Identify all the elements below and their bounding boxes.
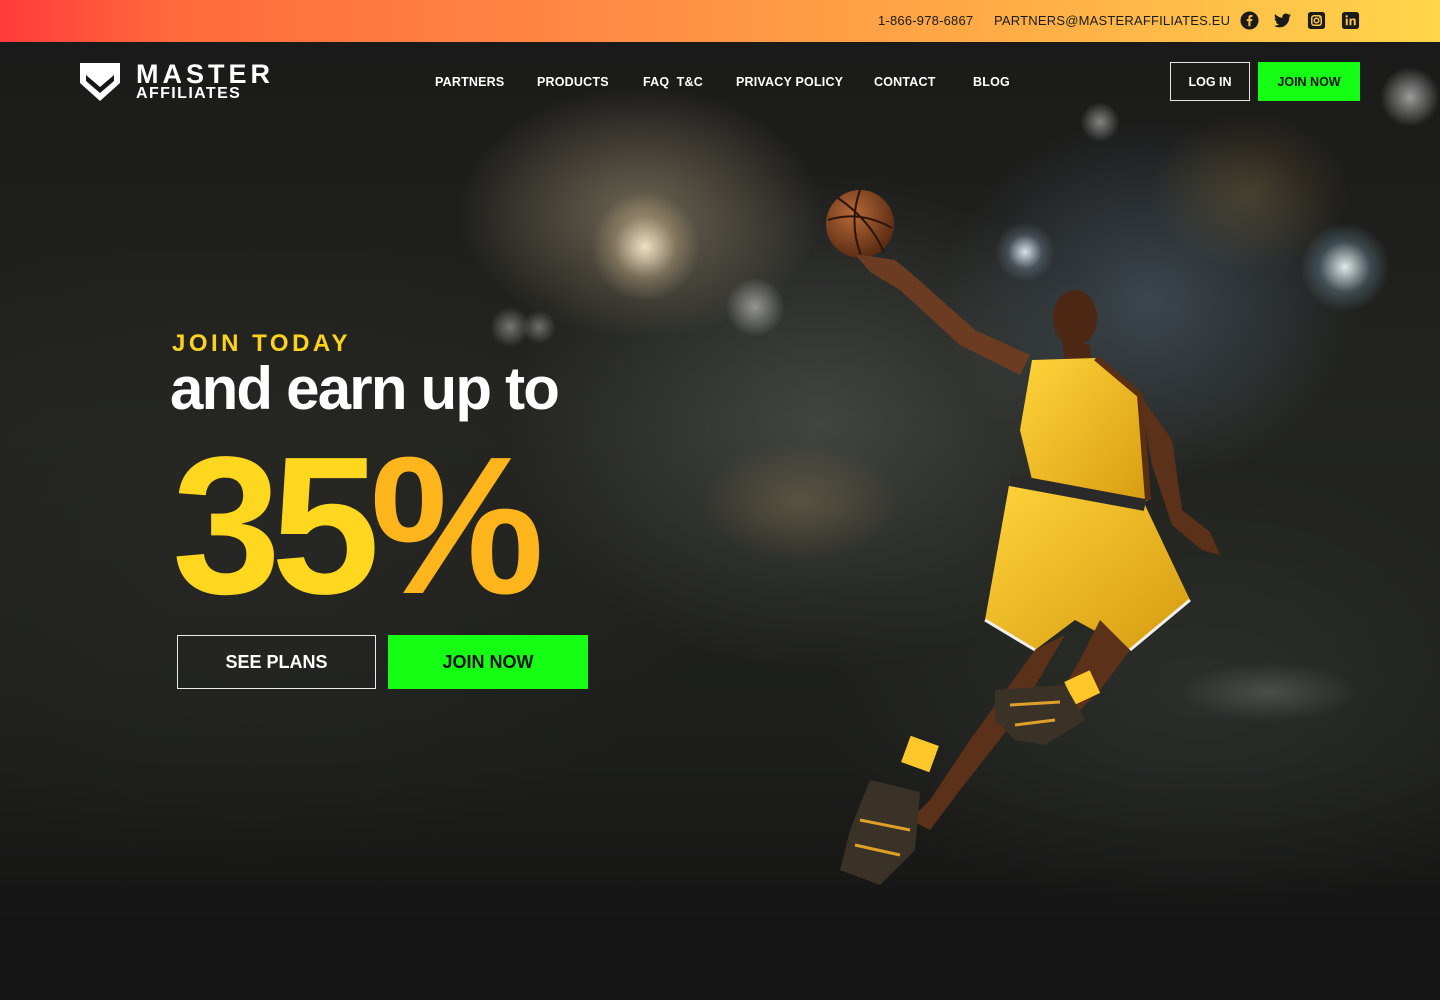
hero-join-now-button[interactable]: JOIN NOW xyxy=(388,635,588,689)
see-plans-button[interactable]: SEE PLANS xyxy=(177,635,376,689)
basketball-player-illustration xyxy=(826,189,1220,885)
header-join-now-button[interactable]: JOIN NOW xyxy=(1258,62,1360,101)
instagram-icon[interactable] xyxy=(1307,11,1326,30)
nav-item-partners[interactable]: PARTNERS xyxy=(435,75,504,89)
percentage-number: 35 xyxy=(172,416,380,635)
brand-name-line1: MASTER xyxy=(136,59,274,89)
nav-item-privacy-policy[interactable]: PRIVACY POLICY xyxy=(736,75,843,89)
top-contact-bar: 1-866-978-6867 PARTNERS@MASTERAFFILIATES… xyxy=(0,0,1440,42)
brand-logo[interactable]: MASTER AFFILIATES xyxy=(80,59,275,102)
hero-eyebrow: JOIN TODAY xyxy=(172,330,352,357)
nav-item-blog[interactable]: BLOG xyxy=(973,75,1010,89)
hero-headline: and earn up to xyxy=(170,355,560,422)
linkedin-icon[interactable] xyxy=(1341,11,1360,30)
nav-item-contact[interactable]: CONTACT xyxy=(874,75,936,89)
login-button[interactable]: LOG IN xyxy=(1170,62,1250,101)
facebook-icon[interactable] xyxy=(1240,11,1259,30)
nav-item-products[interactable]: PRODUCTS xyxy=(537,75,609,89)
percentage-sign: % xyxy=(370,416,544,635)
hero-commission-percentage: 35% xyxy=(172,428,544,624)
nav-item-faq-tc[interactable]: FAQ T&C xyxy=(643,75,703,89)
email-address[interactable]: PARTNERS@MASTERAFFILIATES.EU xyxy=(994,13,1230,28)
twitter-icon[interactable] xyxy=(1273,11,1292,30)
shield-logo-icon xyxy=(80,63,120,101)
phone-number[interactable]: 1-866-978-6867 xyxy=(878,13,973,28)
brand-name-line2: AFFILIATES xyxy=(136,85,242,102)
